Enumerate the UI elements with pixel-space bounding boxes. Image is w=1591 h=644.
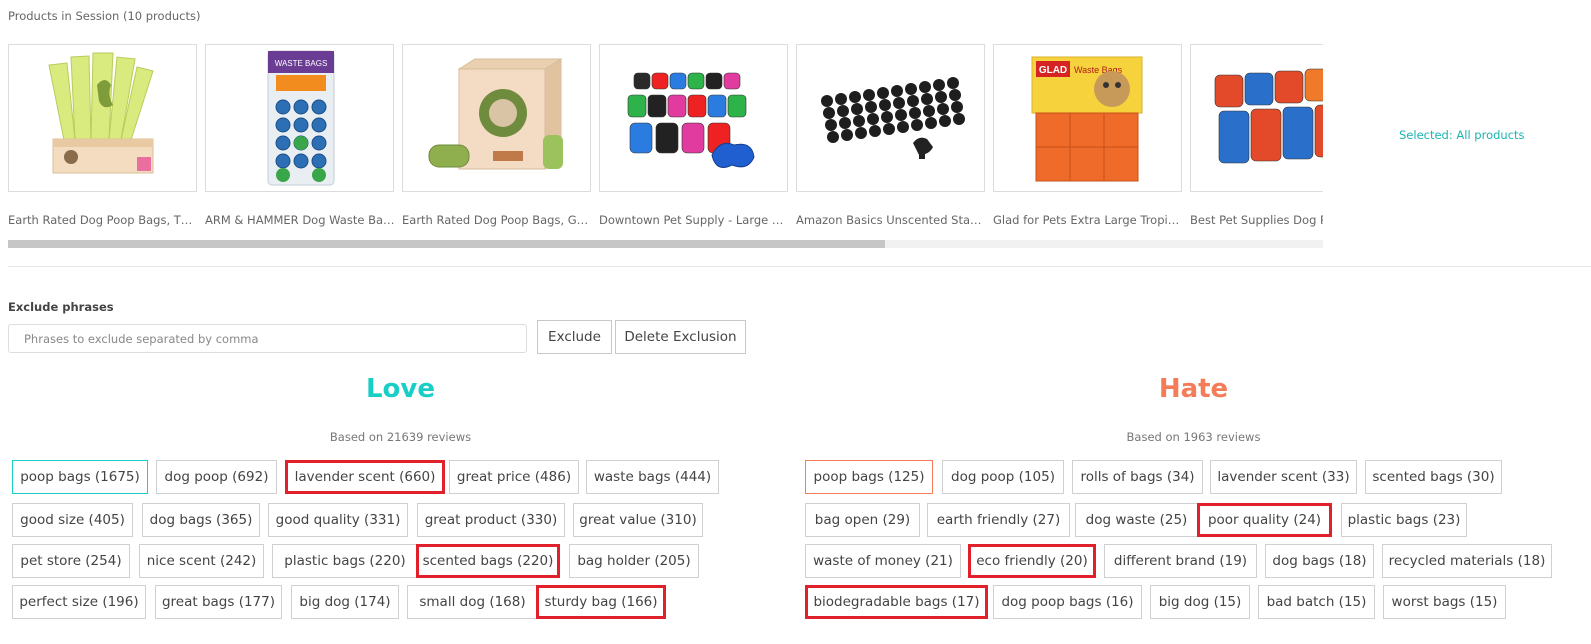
hate-phrase-tag[interactable]: eco friendly (20): [968, 544, 1096, 578]
hate-phrase-tag[interactable]: biodegradable bags (17): [805, 585, 988, 619]
love-phrase-tag[interactable]: waste bags (444): [586, 460, 719, 494]
hate-phrase-tag[interactable]: dog waste (25): [1075, 503, 1198, 537]
product-image: WASTE BAGS: [267, 50, 335, 186]
product-card[interactable]: [402, 44, 591, 192]
hate-phrase-tag[interactable]: recycled materials (18): [1382, 544, 1552, 578]
carousel-scroll-thumb[interactable]: [8, 240, 885, 248]
love-phrase-tag[interactable]: scented bags (220): [416, 544, 560, 578]
hate-phrase-tag[interactable]: dog poop (105): [942, 460, 1064, 494]
product-card[interactable]: [796, 44, 985, 192]
svg-text:GLAD: GLAD: [1039, 65, 1067, 76]
hate-phrase-tag[interactable]: scented bags (30): [1365, 460, 1502, 494]
product-card[interactable]: [8, 44, 197, 192]
selected-products-link[interactable]: Selected: All products: [1399, 128, 1525, 142]
product-image: [627, 72, 755, 168]
product-image: [428, 58, 563, 170]
hate-phrase-tag[interactable]: worst bags (15): [1383, 585, 1506, 619]
product-title[interactable]: Amazon Basics Unscented Stand...: [796, 213, 986, 227]
product-card[interactable]: [1190, 44, 1323, 192]
divider: [8, 266, 1591, 267]
love-phrase-tag[interactable]: big dog (174): [291, 585, 399, 619]
product-card[interactable]: GLAD Waste Bags: [993, 44, 1182, 192]
carousel-scrollbar[interactable]: [8, 240, 1323, 248]
love-phrase-tag[interactable]: great value (310): [573, 503, 703, 537]
product-image: [48, 52, 154, 174]
hate-phrase-tag[interactable]: earth friendly (27): [927, 503, 1070, 537]
love-phrase-tag[interactable]: perfect size (196): [12, 585, 146, 619]
love-phrase-tag[interactable]: good quality (331): [268, 503, 408, 537]
session-title: Products in Session (10 products): [8, 9, 201, 23]
love-phrase-tag[interactable]: bag holder (205): [569, 544, 699, 578]
love-phrase-tag[interactable]: plastic bags (220): [272, 544, 418, 578]
hate-phrase-tag[interactable]: lavender scent (33): [1210, 460, 1357, 494]
love-phrase-tag[interactable]: great bags (177): [155, 585, 282, 619]
product-card[interactable]: WASTE BAGS: [205, 44, 394, 192]
love-phrase-tag[interactable]: lavender scent (660): [285, 460, 445, 494]
love-phrase-tag[interactable]: dog poop (692): [156, 460, 277, 494]
hate-phrase-tag[interactable]: different brand (19): [1104, 544, 1257, 578]
love-phrase-tag[interactable]: nice scent (242): [139, 544, 264, 578]
products-carousel[interactable]: WASTE BAGS GLAD Waste Bags: [8, 44, 1323, 194]
product-image: GLAD Waste Bags: [1031, 56, 1143, 182]
hate-heading: Hate: [1158, 374, 1229, 404]
exclude-button[interactable]: Exclude: [537, 320, 612, 354]
hate-phrase-tag[interactable]: bag open (29): [805, 503, 920, 537]
product-image: [821, 77, 965, 159]
love-phrase-tag[interactable]: dog bags (365): [142, 503, 260, 537]
product-title[interactable]: Glad for Pets Extra Large Tropic...: [993, 213, 1183, 227]
love-based-on: Based on 21639 reviews: [329, 430, 472, 444]
love-phrase-tag[interactable]: poop bags (1675): [12, 460, 148, 494]
love-phrase-tag[interactable]: sturdy bag (166): [536, 585, 666, 619]
product-title[interactable]: Downtown Pet Supply - Large D...: [599, 213, 789, 227]
hate-phrase-tag[interactable]: poor quality (24): [1197, 503, 1332, 537]
product-title[interactable]: ARM & HAMMER Dog Waste Bag...: [205, 213, 395, 227]
hate-phrase-tag[interactable]: poop bags (125): [805, 460, 933, 494]
hate-phrase-tag[interactable]: plastic bags (23): [1341, 503, 1467, 537]
svg-text:WASTE BAGS: WASTE BAGS: [275, 59, 328, 68]
hate-phrase-tag[interactable]: waste of money (21): [805, 544, 961, 578]
hate-phrase-tag[interactable]: big dog (15): [1150, 585, 1250, 619]
love-phrase-tag[interactable]: small dog (168): [407, 585, 538, 619]
product-title[interactable]: Earth Rated Dog Poop Bags, Gua...: [402, 213, 592, 227]
love-phrase-tag[interactable]: pet store (254): [12, 544, 130, 578]
love-phrase-tag[interactable]: great product (330): [417, 503, 565, 537]
product-card[interactable]: [599, 44, 788, 192]
hate-phrase-tag[interactable]: bad batch (15): [1258, 585, 1375, 619]
product-title[interactable]: Best Pet Supplies Dog Poop Bags: [1190, 213, 1323, 227]
hate-based-on: Based on 1963 reviews: [1126, 430, 1261, 444]
product-image: [1214, 68, 1323, 164]
hate-phrase-tag[interactable]: dog bags (18): [1265, 544, 1374, 578]
exclude-phrases-input[interactable]: [8, 324, 527, 353]
hate-phrase-tag[interactable]: rolls of bags (34): [1072, 460, 1203, 494]
love-heading: Love: [365, 374, 435, 404]
love-phrase-tag[interactable]: good size (405): [12, 503, 133, 537]
product-title[interactable]: Earth Rated Dog Poop Bags, Thic...: [8, 213, 198, 227]
hate-phrase-tag[interactable]: dog poop bags (16): [993, 585, 1142, 619]
product-titles: Earth Rated Dog Poop Bags, Thic... ARM &…: [8, 213, 1323, 231]
love-phrase-tag[interactable]: great price (486): [449, 460, 579, 494]
exclude-phrases-label: Exclude phrases: [8, 300, 114, 314]
delete-exclusion-button[interactable]: Delete Exclusion: [615, 320, 746, 354]
